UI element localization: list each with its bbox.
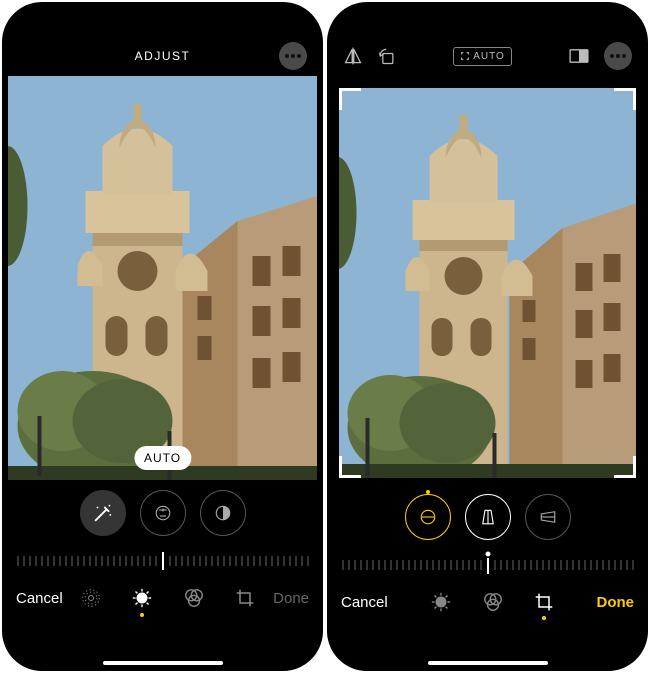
crop-handle-br[interactable] bbox=[614, 456, 636, 478]
topbar: ADJUST bbox=[2, 36, 323, 76]
crop-controls-row bbox=[327, 484, 648, 550]
topbar-crop: AUTO bbox=[327, 36, 648, 76]
done-button[interactable]: Done bbox=[273, 590, 309, 607]
photo-image bbox=[8, 76, 317, 480]
auto-badge: AUTO bbox=[134, 446, 191, 470]
status-bar bbox=[2, 2, 323, 36]
auto-enhance-button[interactable] bbox=[80, 490, 126, 536]
aspect-button[interactable] bbox=[568, 48, 590, 64]
active-dot-icon bbox=[140, 613, 144, 617]
crop-preview[interactable] bbox=[339, 88, 636, 478]
frame-icon bbox=[460, 51, 470, 61]
crop-slider[interactable] bbox=[327, 550, 648, 580]
filters-icon bbox=[183, 587, 205, 609]
flip-icon bbox=[343, 46, 363, 66]
crop-handle-tl[interactable] bbox=[339, 88, 361, 110]
tab-adjust[interactable] bbox=[430, 591, 452, 613]
crop-icon bbox=[534, 592, 554, 612]
adjustment-slider[interactable] bbox=[2, 546, 323, 576]
crop-icon bbox=[235, 588, 255, 608]
more-button[interactable] bbox=[604, 42, 632, 70]
perspective-v-icon bbox=[479, 508, 497, 526]
phone-adjust-screen: ADJUST bbox=[2, 2, 323, 671]
home-indicator[interactable] bbox=[103, 661, 223, 665]
cancel-button[interactable]: Cancel bbox=[16, 590, 63, 607]
straighten-icon bbox=[419, 508, 437, 526]
straighten-button[interactable] bbox=[405, 494, 451, 540]
aspect-icon bbox=[568, 48, 590, 64]
crop-handle-bl[interactable] bbox=[339, 456, 361, 478]
ruler-ticks bbox=[338, 550, 638, 580]
photo-image bbox=[339, 88, 636, 478]
edit-tabs bbox=[430, 591, 554, 613]
adjust-controls-row bbox=[2, 480, 323, 546]
tab-live[interactable] bbox=[81, 588, 101, 608]
contrast-icon bbox=[214, 504, 232, 522]
tab-filters[interactable] bbox=[183, 587, 205, 609]
wand-icon bbox=[92, 502, 114, 524]
more-button[interactable] bbox=[279, 42, 307, 70]
ruler-ticks bbox=[13, 546, 313, 576]
home-indicator[interactable] bbox=[428, 661, 548, 665]
tab-crop[interactable] bbox=[235, 588, 255, 608]
done-button[interactable]: Done bbox=[596, 594, 634, 611]
vertical-perspective-button[interactable] bbox=[465, 494, 511, 540]
flip-button[interactable] bbox=[343, 46, 363, 66]
perspective-h-icon bbox=[539, 508, 557, 526]
cancel-button[interactable]: Cancel bbox=[341, 594, 388, 611]
tab-crop[interactable] bbox=[534, 592, 554, 612]
live-icon bbox=[81, 588, 101, 608]
header-title: ADJUST bbox=[135, 49, 191, 63]
adjust-icon bbox=[131, 587, 153, 609]
brilliance-button[interactable] bbox=[200, 490, 246, 536]
auto-crop-label: AUTO bbox=[473, 51, 505, 62]
tab-filters[interactable] bbox=[482, 591, 504, 613]
phone-crop-screen: AUTO bbox=[327, 2, 648, 671]
auto-crop-button[interactable]: AUTO bbox=[453, 47, 512, 66]
horizontal-perspective-button[interactable] bbox=[525, 494, 571, 540]
exposure-button[interactable] bbox=[140, 490, 186, 536]
adjust-icon bbox=[430, 591, 452, 613]
bottom-bar: Cancel Done bbox=[327, 580, 648, 624]
photo-preview[interactable]: AUTO bbox=[8, 76, 317, 480]
rotate-button[interactable] bbox=[377, 46, 397, 66]
rotate-icon bbox=[377, 46, 397, 66]
bottom-bar: Cancel Done bbox=[2, 576, 323, 620]
ellipsis-icon bbox=[610, 54, 626, 58]
filters-icon bbox=[482, 591, 504, 613]
active-dot-icon bbox=[542, 616, 546, 620]
status-bar bbox=[327, 2, 648, 36]
crop-handle-tr[interactable] bbox=[614, 88, 636, 110]
exposure-icon bbox=[154, 504, 172, 522]
edit-tabs bbox=[81, 587, 255, 609]
tab-adjust[interactable] bbox=[131, 587, 153, 609]
